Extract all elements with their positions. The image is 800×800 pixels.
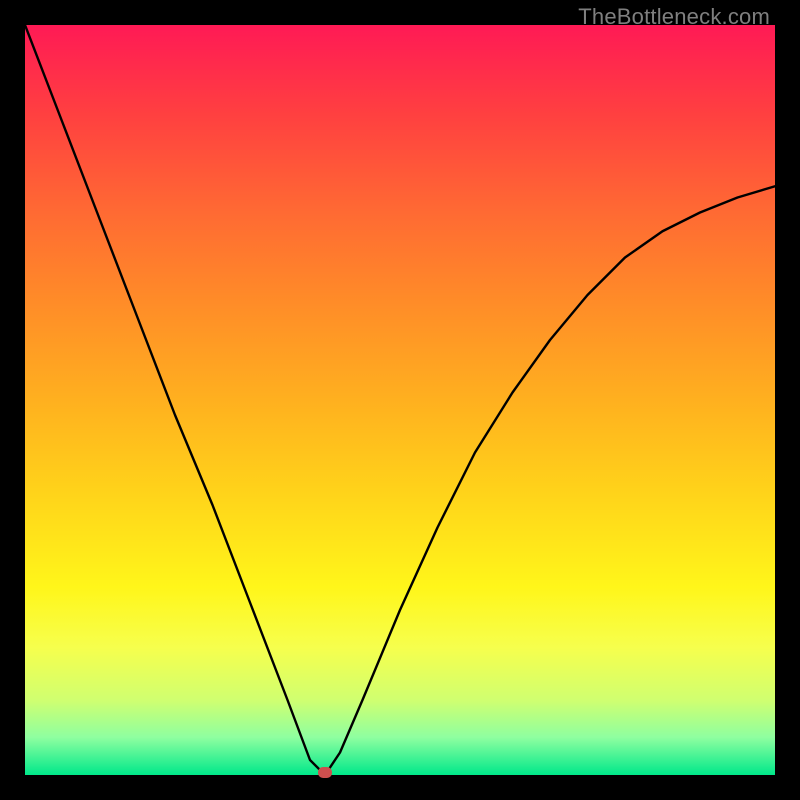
plot-area	[25, 25, 775, 775]
chart-frame: TheBottleneck.com	[0, 0, 800, 800]
bottleneck-curve	[25, 25, 775, 775]
optimal-marker	[318, 767, 332, 778]
curve-path	[25, 25, 775, 775]
